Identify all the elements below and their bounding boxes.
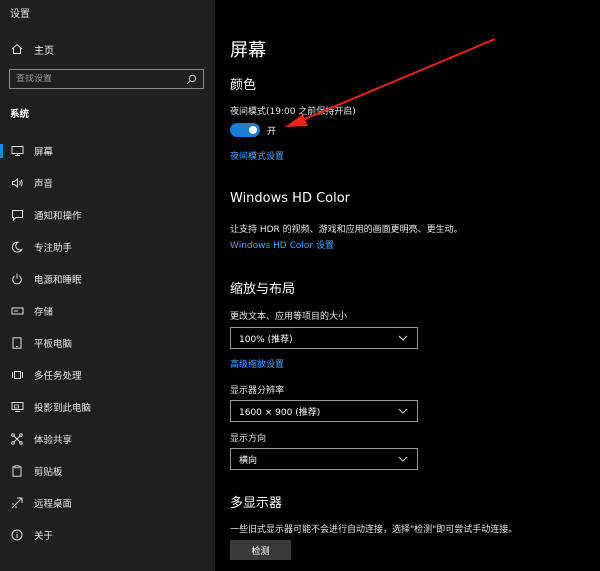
sidebar-item-label: 关于 [34, 531, 54, 542]
project-icon [10, 400, 24, 414]
detect-button[interactable]: 检测 [230, 540, 291, 560]
hdr-heading: Windows HD Color [230, 191, 351, 206]
sidebar-item-label: 剪贴板 [34, 467, 63, 478]
sidebar-item-project[interactable]: 投影到此电脑 [0, 391, 215, 423]
storage-icon [10, 304, 24, 318]
multitask-icon [10, 368, 24, 382]
search-input[interactable] [16, 74, 185, 84]
home-label: 主页 [34, 45, 54, 57]
power-icon [10, 272, 24, 286]
sidebar-item-notifications[interactable]: 通知和操作 [0, 199, 215, 231]
toggle-state-label: 开 [267, 127, 277, 137]
toggle-knob [249, 126, 257, 134]
home-nav[interactable]: 主页 [10, 40, 54, 58]
night-light-label: 夜间模式(19:00 之前保持开启) [230, 107, 356, 117]
monitor-icon [10, 144, 24, 158]
hdr-settings-link[interactable]: Windows HD Color 设置 [230, 238, 334, 251]
orientation-label: 显示方向 [230, 434, 267, 444]
home-icon [10, 42, 24, 56]
moon-icon [10, 240, 24, 254]
tablet-icon [10, 336, 24, 350]
advanced-scaling-link[interactable]: 高级缩放设置 [230, 357, 284, 370]
sidebar-item-label: 电源和睡眠 [34, 275, 82, 286]
scale-label: 更改文本、应用等项目的大小 [230, 312, 348, 322]
sidebar-item-label: 远程桌面 [34, 499, 73, 510]
sidebar-item-clipboard[interactable]: 剪贴板 [0, 455, 215, 487]
resolution-label: 显示器分辨率 [230, 386, 285, 396]
sidebar-item-label: 屏幕 [34, 147, 54, 158]
share-icon [10, 432, 24, 446]
sidebar-item-label: 投影到此电脑 [34, 403, 92, 414]
main-panel: 屏幕 颜色 夜间模式(19:00 之前保持开启) 开 夜间模式设置 Window… [215, 0, 600, 571]
sidebar-item-focus-assist[interactable]: 专注助手 [0, 231, 215, 263]
sidebar-item-sound[interactable]: 声音 [0, 167, 215, 199]
sidebar-item-storage[interactable]: 存储 [0, 295, 215, 327]
speaker-icon [10, 176, 24, 190]
orientation-dropdown[interactable]: 横向 [230, 448, 418, 470]
sidebar-item-display[interactable]: 屏幕 [0, 135, 215, 167]
sidebar-item-power[interactable]: 电源和睡眠 [0, 263, 215, 295]
resolution-dropdown[interactable]: 1600 × 900 (推荐) [230, 400, 418, 422]
scale-dropdown[interactable]: 100% (推荐) [230, 327, 418, 349]
chevron-down-icon [397, 405, 409, 417]
night-light-settings-link[interactable]: 夜间模式设置 [230, 149, 284, 162]
remote-desktop-icon [10, 496, 24, 510]
notification-icon [10, 208, 24, 222]
sidebar-item-label: 体验共享 [34, 435, 73, 446]
sidebar-item-tablet[interactable]: 平板电脑 [0, 327, 215, 359]
chevron-down-icon [397, 453, 409, 465]
sidebar-item-multitasking[interactable]: 多任务处理 [0, 359, 215, 391]
sidebar: 设置 主页 系统 屏幕 声音 通知和操作 专注助手 [0, 0, 215, 571]
sidebar-item-label: 平板电脑 [34, 339, 73, 350]
sidebar-item-label: 声音 [34, 179, 54, 190]
search-icon[interactable] [185, 73, 197, 85]
clipboard-icon [10, 464, 24, 478]
orientation-value: 横向 [239, 455, 258, 466]
sidebar-item-label: 通知和操作 [34, 211, 82, 222]
multi-display-description: 一些旧式显示器可能不会进行自动连接，选择"检测"即可尝试手动连接。 [230, 525, 518, 535]
night-light-toggle[interactable] [230, 123, 260, 137]
resolution-value: 1600 × 900 (推荐) [239, 407, 321, 418]
multi-display-heading: 多显示器 [230, 496, 283, 511]
color-heading: 颜色 [230, 78, 257, 93]
search-box[interactable] [9, 69, 204, 89]
sidebar-item-about[interactable]: 关于 [0, 519, 215, 551]
app-title: 设置 [10, 9, 30, 20]
chevron-down-icon [397, 332, 409, 344]
sidebar-item-shared-experiences[interactable]: 体验共享 [0, 423, 215, 455]
page-title: 屏幕 [230, 40, 266, 61]
sidebar-item-label: 存储 [34, 307, 54, 318]
section-label: 系统 [10, 109, 30, 120]
info-icon [10, 528, 24, 542]
scale-heading: 缩放与布局 [230, 282, 296, 297]
sidebar-item-label: 专注助手 [34, 243, 73, 254]
scale-value: 100% (推荐) [239, 334, 293, 345]
sidebar-item-remote-desktop[interactable]: 远程桌面 [0, 487, 215, 519]
sidebar-item-label: 多任务处理 [34, 371, 82, 382]
hdr-description: 让支持 HDR 的视频、游戏和应用的画面更明亮、更生动。 [230, 225, 463, 235]
